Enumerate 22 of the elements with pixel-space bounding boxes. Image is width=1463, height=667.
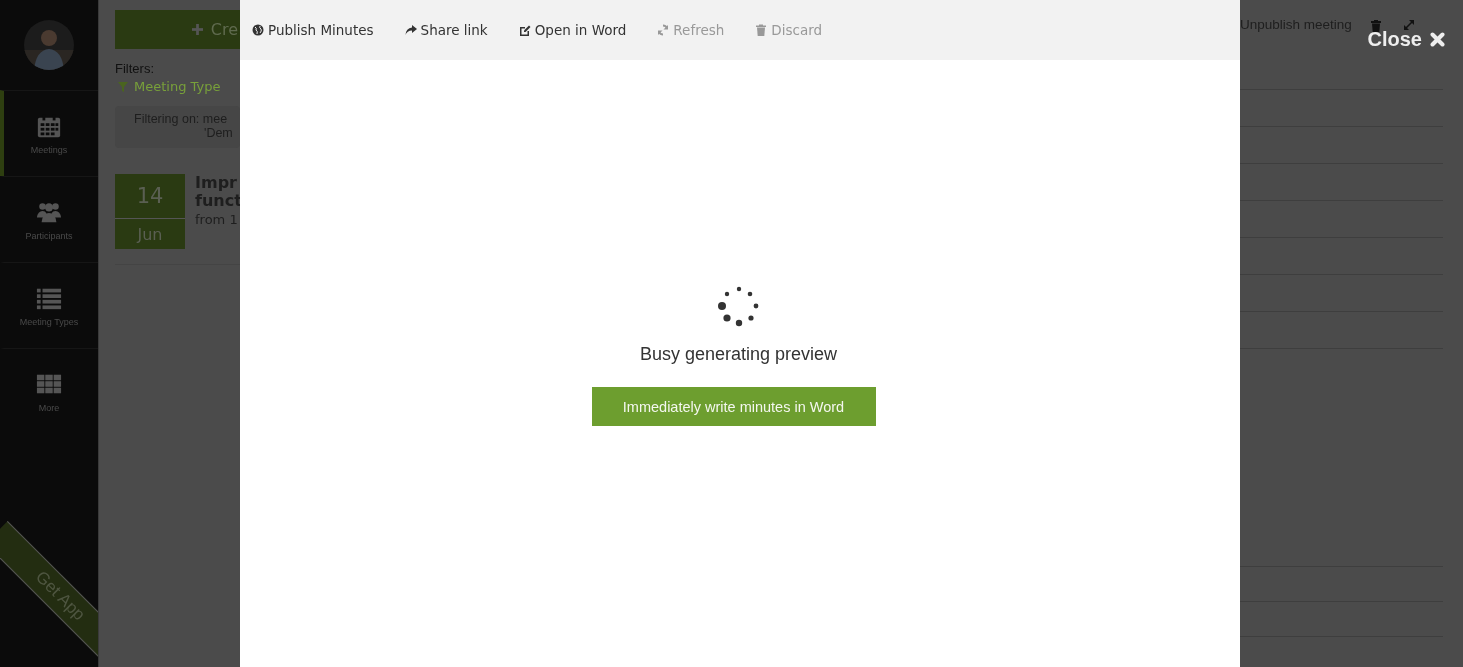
sidebar-item[interactable]: More	[0, 348, 98, 434]
plus-icon	[191, 24, 203, 35]
create-button[interactable]: Cre	[115, 10, 240, 49]
filter-link[interactable]: Meeting Type	[115, 79, 240, 94]
edit-icon	[518, 24, 531, 36]
expand-icon[interactable]	[1402, 19, 1415, 31]
close-button[interactable]: Close	[1367, 28, 1445, 51]
sidebar-item[interactable]: Participants	[0, 176, 98, 262]
globe-icon	[252, 24, 264, 36]
trash-icon	[755, 24, 768, 36]
trash-icon[interactable]	[1370, 20, 1381, 32]
toolbar-button[interactable]: Share link	[404, 22, 488, 38]
toolbar-button[interactable]: Open in Word	[518, 22, 627, 38]
loading-spinner-icon	[716, 284, 761, 328]
filter-icon	[118, 81, 128, 92]
filters-label: Filters:	[115, 61, 155, 76]
close-icon	[1430, 32, 1445, 47]
toolbar-button[interactable]: Publish Minutes	[252, 22, 374, 38]
write-in-word-button[interactable]: Immediately write minutes in Word	[591, 387, 876, 426]
sidebar-item[interactable]: Meeting Types	[0, 262, 98, 348]
share-icon	[404, 24, 417, 36]
status-message: Busy generating preview	[639, 344, 838, 365]
